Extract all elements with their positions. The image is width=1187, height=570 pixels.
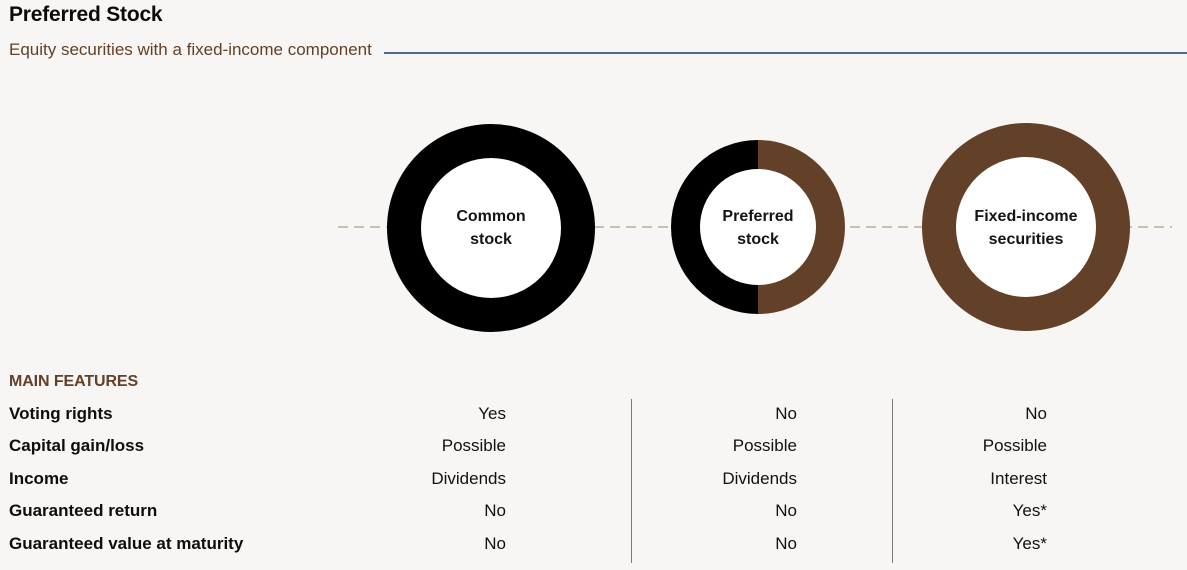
column-divider (892, 399, 893, 563)
cell-fixed-income: Interest (990, 469, 1047, 488)
cell-preferred-stock: Possible (732, 436, 797, 455)
row-label: Guaranteed value at maturity (9, 534, 244, 553)
row-label: Income (9, 469, 69, 488)
preferred-stock-center (700, 169, 816, 285)
cell-common-stock: No (484, 534, 506, 553)
common-stock-label-line2: stock (470, 231, 512, 248)
cell-common-stock: No (484, 501, 506, 520)
row-label: Capital gain/loss (9, 436, 145, 455)
cell-fixed-income: No (1025, 404, 1047, 423)
cell-common-stock: Yes (478, 404, 506, 423)
features-heading: MAIN FEATURES (9, 373, 139, 390)
cell-preferred-stock: No (775, 534, 797, 553)
fixed-income-label-line2: securities (989, 231, 1064, 248)
security-spectrum-diagram: Common stock Preferred stock Fixed-incom… (338, 123, 1172, 332)
common-stock-center (421, 158, 561, 298)
fixed-income-center (956, 157, 1096, 297)
fixed-income-label-line1: Fixed-income (974, 208, 1077, 225)
row-label: Voting rights (9, 404, 113, 423)
preferred-stock-label-line2: stock (737, 231, 779, 248)
row-label: Guaranteed return (9, 501, 158, 520)
cell-common-stock: Possible (441, 436, 506, 455)
cell-fixed-income: Yes* (1012, 534, 1047, 553)
circle-fixed-income-securities: Fixed-income securities (922, 123, 1130, 331)
cell-fixed-income: Yes* (1012, 501, 1047, 520)
column-divider (631, 399, 632, 563)
circle-preferred-stock: Preferred stock (671, 140, 845, 314)
cell-preferred-stock: No (775, 404, 797, 423)
cell-preferred-stock: Dividends (722, 469, 797, 488)
common-stock-label-line1: Common (456, 208, 525, 225)
cell-fixed-income: Possible (982, 436, 1047, 455)
cell-common-stock: Dividends (431, 469, 506, 488)
cell-preferred-stock: No (775, 501, 797, 520)
preferred-stock-label-line1: Preferred (722, 208, 793, 225)
circle-common-stock: Common stock (387, 124, 595, 332)
